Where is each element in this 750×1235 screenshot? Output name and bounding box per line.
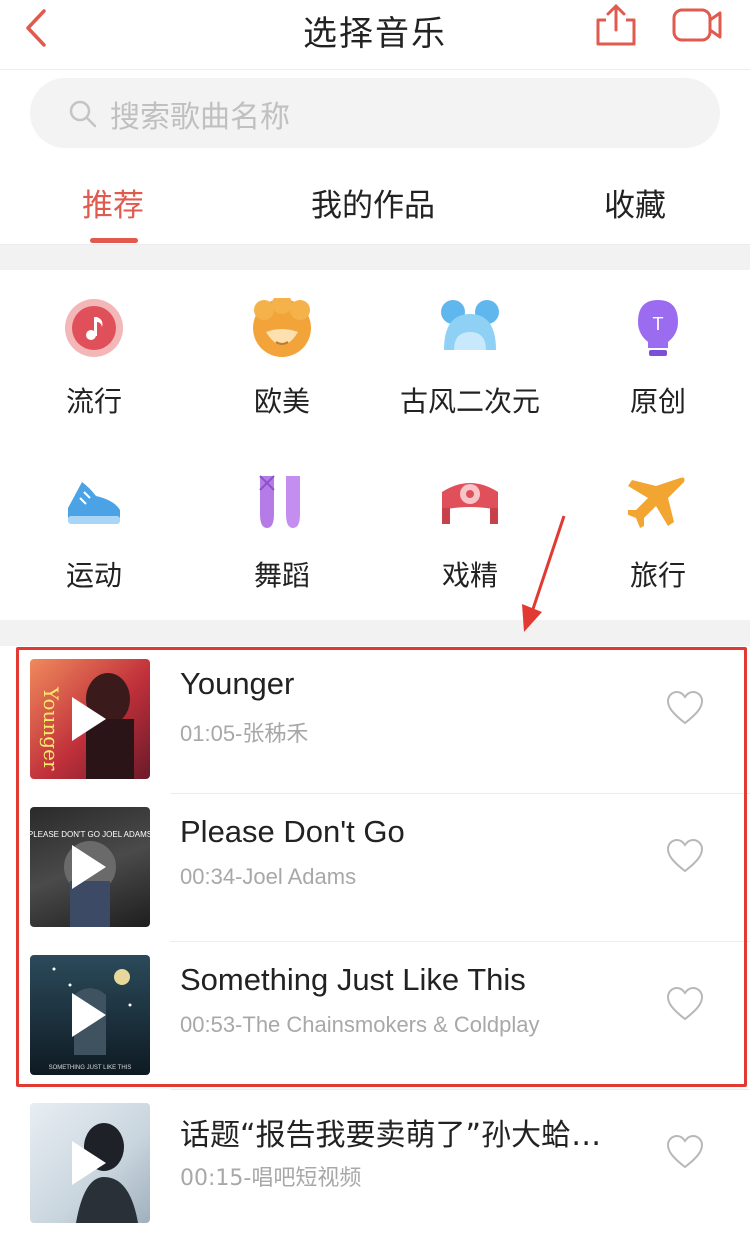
album-cover[interactable]: Younger <box>30 659 150 779</box>
album-cover[interactable] <box>30 1103 150 1223</box>
opera-headdress-icon <box>442 483 498 524</box>
category-western[interactable]: 欧美 <box>188 298 376 418</box>
play-icon <box>72 697 106 741</box>
ballet-shoes-icon <box>259 475 300 528</box>
airplane-icon <box>628 477 685 528</box>
tab-favorites[interactable]: 收藏 <box>604 180 666 225</box>
song-title: Younger <box>180 666 295 701</box>
song-row-topic-video[interactable]: 话题“报告我要卖萌了”孙大蛤… 00:15-唱吧短视频 <box>0 1090 750 1235</box>
song-duration-artist: 01:05-张秭禾 <box>180 721 309 746</box>
svg-text:T: T <box>653 314 664 334</box>
category-label: 流行 <box>65 385 122 418</box>
mouse-ears-icon <box>441 300 499 350</box>
category-label: 运动 <box>65 559 122 592</box>
section-divider <box>0 620 750 646</box>
video-camera-icon[interactable] <box>670 4 724 46</box>
category-label: 欧美 <box>253 385 310 418</box>
tab-my-works[interactable]: 我的作品 <box>311 180 435 225</box>
search-input[interactable]: 搜索歌曲名称 <box>30 78 720 148</box>
song-title: 话题“报告我要卖萌了”孙大蛤… <box>180 1118 602 1153</box>
album-cover[interactable]: PLEASE DON'T GO JOEL ADAMS <box>30 807 150 927</box>
heart-icon[interactable] <box>666 690 704 726</box>
search-placeholder: 搜索歌曲名称 <box>110 100 290 135</box>
category-label: 原创 <box>629 385 686 418</box>
song-duration-artist: 00:34-Joel Adams <box>180 864 357 889</box>
heart-icon[interactable] <box>666 838 704 874</box>
top-bar: 选择音乐 <box>0 0 750 70</box>
share-upload-icon[interactable] <box>592 2 640 48</box>
category-pop[interactable]: 流行 <box>0 298 188 418</box>
active-tab-indicator <box>90 238 138 243</box>
section-divider <box>0 244 750 270</box>
album-cover[interactable]: SOMETHING JUST LIKE THIS <box>30 955 150 1075</box>
song-row-something-just-like-this[interactable]: SOMETHING JUST LIKE THIS Something Just … <box>0 942 750 1090</box>
category-ancient-anime[interactable]: 古风二次元 <box>376 298 564 418</box>
annotation-arrow-icon <box>522 515 566 632</box>
play-icon <box>72 993 106 1037</box>
cover-caption: Younger <box>39 686 63 771</box>
category-dance[interactable]: 舞蹈 <box>188 472 376 592</box>
category-label: 舞蹈 <box>253 559 310 592</box>
sneaker-icon <box>68 482 120 524</box>
play-icon <box>72 845 106 889</box>
search-icon <box>69 100 97 128</box>
heart-icon[interactable] <box>666 1134 704 1170</box>
category-original[interactable]: T 原创 <box>564 298 750 418</box>
category-sports[interactable]: 运动 <box>0 472 188 592</box>
curly-hair-face-icon <box>253 298 311 357</box>
song-duration-artist: 00:53-The Chainsmokers & Coldplay <box>180 1012 540 1037</box>
category-label: 古风二次元 <box>399 385 540 418</box>
cover-caption: PLEASE DON'T GO JOEL ADAMS <box>30 830 150 839</box>
category-travel[interactable]: 旅行 <box>564 472 750 592</box>
song-row-younger[interactable]: Younger Younger 01:05-张秭禾 <box>0 646 750 794</box>
heart-icon[interactable] <box>666 986 704 1022</box>
cover-caption: SOMETHING JUST LIKE THIS <box>49 1065 132 1071</box>
song-title: Something Just Like This <box>180 962 526 997</box>
tab-recommended[interactable]: 推荐 <box>82 180 144 225</box>
category-label: 旅行 <box>629 559 686 592</box>
music-note-icon <box>65 299 123 357</box>
song-title: Please Don't Go <box>180 814 405 849</box>
song-row-please-dont-go[interactable]: PLEASE DON'T GO JOEL ADAMS Please Don't … <box>0 794 750 942</box>
light-bulb-icon: T <box>638 300 678 356</box>
play-icon <box>72 1141 106 1185</box>
song-duration-artist: 00:15-唱吧短视频 <box>180 1166 362 1191</box>
